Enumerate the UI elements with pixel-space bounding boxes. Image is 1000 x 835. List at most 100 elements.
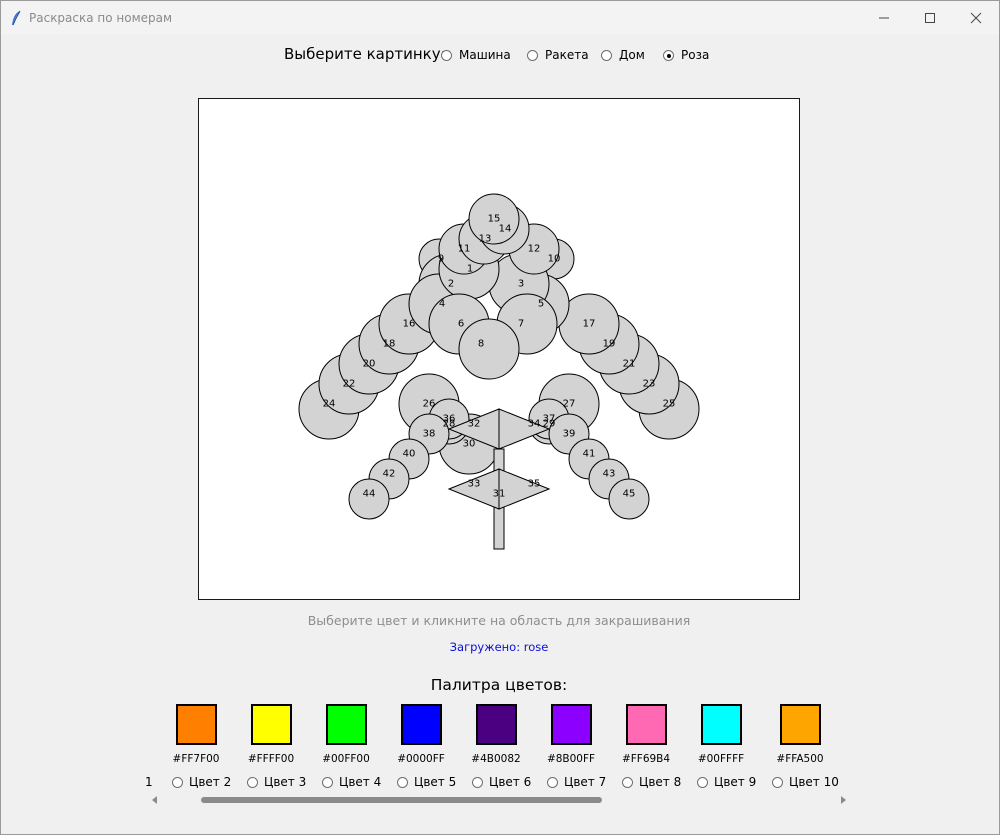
color-hex-label: #8B00FF	[546, 753, 596, 765]
region-label-1: 1	[467, 264, 473, 275]
region-8[interactable]	[458, 318, 520, 380]
region-label-41: 41	[583, 449, 596, 460]
region-label-34: 34	[528, 419, 541, 430]
region-label-33: 33	[468, 479, 481, 490]
region-label-4: 4	[439, 299, 445, 310]
minimize-button[interactable]	[861, 1, 907, 35]
region-label-17: 17	[583, 319, 596, 330]
region-label-42: 42	[383, 469, 396, 480]
region-label-44: 44	[363, 489, 376, 500]
color-radio-label[interactable]: Цвет 3	[264, 775, 306, 789]
region-label-8: 8	[478, 339, 484, 350]
region-label-11: 11	[458, 244, 471, 255]
region-label-27: 27	[563, 399, 576, 410]
color-swatch-2[interactable]	[176, 704, 217, 745]
region-label-36: 36	[443, 414, 456, 425]
color-swatch-4[interactable]	[326, 704, 367, 745]
region-label-45: 45	[623, 489, 636, 500]
region-label-21: 21	[623, 359, 636, 370]
picture-picker-label: Выберите картинку:	[284, 45, 446, 63]
palette-scrollbar[interactable]	[146, 793, 852, 807]
close-icon	[970, 12, 982, 24]
color-radio-label[interactable]: Цвет 5	[414, 775, 456, 789]
region-label-30: 30	[463, 439, 476, 450]
color-radio-label[interactable]: Цвет 7	[564, 775, 606, 789]
loaded-status: Загружено: rose	[449, 640, 549, 654]
window-title: Раскраска по номерам	[29, 11, 173, 25]
color-hex-label: #FF69B4	[621, 753, 671, 765]
color-radio-2[interactable]	[172, 777, 183, 788]
title-bar: Раскраска по номерам	[1, 1, 999, 35]
region-label-26: 26	[423, 399, 436, 410]
scroll-right-icon[interactable]	[838, 795, 848, 805]
region-label-16: 16	[403, 319, 416, 330]
maximize-button[interactable]	[907, 1, 953, 35]
region-label-2: 2	[448, 279, 454, 290]
color-radio-label[interactable]: Цвет 10	[789, 775, 839, 789]
radio-rocket[interactable]	[527, 50, 538, 61]
region-label-37: 37	[543, 414, 556, 425]
radio-car[interactable]	[441, 50, 452, 61]
color-radio-label[interactable]: Цвет 9	[714, 775, 756, 789]
scroll-left-icon[interactable]	[150, 795, 160, 805]
color-hex-label: #FF7F00	[172, 753, 220, 765]
color-radio-4[interactable]	[322, 777, 333, 788]
color-swatch-10[interactable]	[780, 704, 821, 745]
region-label-43: 43	[603, 469, 616, 480]
region-label-35: 35	[528, 479, 541, 490]
color-radio-8[interactable]	[622, 777, 633, 788]
color-radio-9[interactable]	[697, 777, 708, 788]
color-radio-6[interactable]	[472, 777, 483, 788]
color-swatch-8[interactable]	[626, 704, 667, 745]
color-radio-7[interactable]	[547, 777, 558, 788]
color-hex-label: #00FFFF	[697, 753, 745, 765]
region-label-24: 24	[323, 399, 336, 410]
close-button[interactable]	[953, 1, 999, 35]
scrollbar-thumb[interactable]	[201, 797, 602, 803]
region-label-32: 32	[468, 419, 481, 430]
region-label-9: 9	[438, 254, 444, 265]
color-swatch-3[interactable]	[251, 704, 292, 745]
color-swatch-6[interactable]	[476, 704, 517, 745]
region-label-25: 25	[663, 399, 676, 410]
region-35[interactable]	[498, 468, 551, 510]
color-swatch-9[interactable]	[701, 704, 742, 745]
region-label-5: 5	[538, 299, 544, 310]
coloring-canvas[interactable]: 1 2 3 4 5 6 7 8 9 10 11 12 13 14 15 16 17 18 19 20 21 22 23 24 2…	[198, 98, 800, 600]
instruction-text: Выберите цвет и кликните на область для …	[307, 613, 691, 628]
color-radio-label[interactable]: Цвет 2	[189, 775, 231, 789]
feather-icon	[12, 10, 21, 26]
radio-rocket-label[interactable]: Ракета	[545, 48, 589, 62]
color-swatch-7[interactable]	[551, 704, 592, 745]
region-label-12: 12	[528, 244, 541, 255]
rose-drawing[interactable]: 12 34 56 789 1011 1213141516 1718 1920 2122 2324 2…	[199, 99, 799, 599]
radio-house[interactable]	[601, 50, 612, 61]
radio-house-label[interactable]: Дом	[619, 48, 645, 62]
region-label-14: 14	[499, 224, 512, 235]
color-radio-label[interactable]: Цвет 4	[339, 775, 381, 789]
color-radio-label[interactable]: Цвет 8	[639, 775, 681, 789]
radio-rose-label[interactable]: Роза	[681, 48, 709, 62]
radio-rose[interactable]	[663, 50, 674, 61]
maximize-icon	[925, 13, 935, 23]
color-swatch-5[interactable]	[401, 704, 442, 745]
color-hex-label: #FFA500	[776, 753, 824, 765]
region-label-10: 10	[548, 254, 561, 265]
region-label-23: 23	[643, 379, 656, 390]
palette-title: Палитра цветов:	[430, 676, 568, 694]
color-radio-5[interactable]	[397, 777, 408, 788]
color-radio-label[interactable]: Цвет 6	[489, 775, 531, 789]
region-label-31: 31	[493, 489, 506, 500]
color-hex-label: #FFFF00	[247, 753, 295, 765]
color-radio-10[interactable]	[772, 777, 783, 788]
region-label-3: 3	[518, 279, 524, 290]
color-hex-label: #00FF00	[322, 753, 370, 765]
minimize-icon	[879, 17, 889, 19]
region-label-7: 7	[518, 319, 524, 330]
region-label-13: 13	[479, 234, 492, 245]
region-label-22: 22	[343, 379, 356, 390]
region-label-6: 6	[458, 319, 464, 330]
region-label-39: 39	[563, 429, 576, 440]
radio-car-label[interactable]: Машина	[459, 48, 511, 62]
color-radio-3[interactable]	[247, 777, 258, 788]
